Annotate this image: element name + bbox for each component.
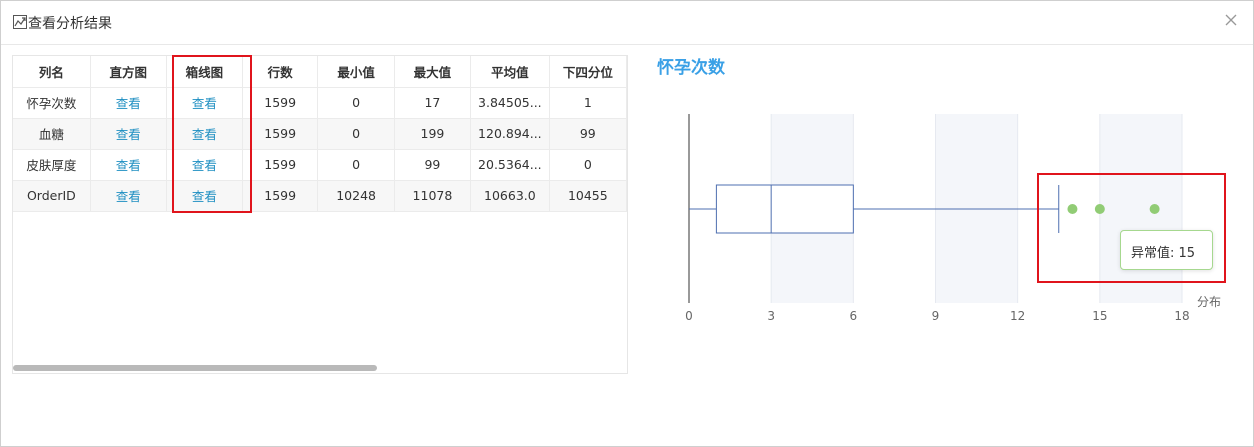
cell-mean: 10663.0 (470, 180, 550, 212)
cell-column-name: 皮肤厚度 (13, 149, 91, 181)
table-row: 怀孕次数 查看 查看 1599 0 17 3.84505... 1 (13, 87, 627, 119)
view-histogram-link[interactable]: 查看 (116, 96, 141, 111)
table-header-row: 列名 直方图 箱线图 行数 最小值 最大值 平均值 下四分位 (13, 56, 627, 88)
cell-min: 0 (317, 118, 395, 150)
cell-column-name: OrderID (13, 180, 91, 212)
view-boxplot-link[interactable]: 查看 (192, 158, 217, 173)
view-histogram-link[interactable]: 查看 (116, 189, 141, 204)
stats-table: 列名 直方图 箱线图 行数 最小值 最大值 平均值 下四分位 怀孕次数 查看 查… (13, 56, 627, 212)
chart-title: 怀孕次数 (657, 58, 725, 78)
cell-row-count: 1599 (242, 180, 319, 212)
header-mean: 平均值 (470, 56, 550, 88)
cell-min: 0 (317, 149, 395, 181)
table-row: OrderID 查看 查看 1599 10248 11078 10663.0 1… (13, 180, 627, 212)
background-band (1099, 114, 1182, 303)
x-tick-label: 12 (1010, 309, 1025, 323)
cell-mean: 120.894... (470, 118, 550, 150)
cell-column-name: 血糖 (13, 118, 91, 150)
header-boxplot: 箱线图 (166, 56, 243, 88)
cell-column-name: 怀孕次数 (13, 87, 91, 119)
cell-mean: 3.84505... (470, 87, 550, 119)
cell-min: 10248 (317, 180, 395, 212)
dialog-title: 查看分析结果 (28, 16, 112, 32)
stats-table-panel: 列名 直方图 箱线图 行数 最小值 最大值 平均值 下四分位 怀孕次数 查看 查… (12, 55, 628, 374)
cell-lower-quartile: 10455 (549, 180, 627, 212)
tooltip-label: 异常值: (1131, 246, 1175, 261)
cell-max: 17 (394, 87, 472, 119)
header-row-count: 行数 (242, 56, 319, 88)
cell-mean: 20.5364... (470, 149, 550, 181)
outlier-point (1094, 204, 1105, 214)
header-min: 最小值 (317, 56, 395, 88)
analysis-result-dialog: 查看分析结果 列名 直方图 箱线图 行数 最小值 最大值 平均值 下四分位 怀孕… (0, 0, 1254, 447)
x-tick-label: 9 (932, 309, 940, 323)
table-row: 皮肤厚度 查看 查看 1599 0 99 20.5364... 0 (13, 149, 627, 181)
view-boxplot-link[interactable]: 查看 (192, 96, 217, 111)
view-histogram-link[interactable]: 查看 (116, 158, 141, 173)
cell-lower-quartile: 0 (549, 149, 627, 181)
view-boxplot-link[interactable]: 查看 (192, 127, 217, 142)
cell-max: 11078 (394, 180, 472, 212)
header-lower-quartile: 下四分位 (549, 56, 627, 88)
header-column-name: 列名 (13, 56, 91, 88)
outlier-point (1067, 204, 1078, 214)
outlier-tooltip: 异常值: 15 (1120, 230, 1213, 270)
cell-row-count: 1599 (242, 87, 319, 119)
x-axis-label: 分布 (1197, 295, 1221, 309)
chart-analysis-icon (13, 15, 27, 29)
table-row: 血糖 查看 查看 1599 0 199 120.894... 99 (13, 118, 627, 150)
cell-row-count: 1599 (242, 149, 319, 181)
horizontal-scrollbar[interactable] (13, 365, 377, 371)
boxplot-chart: 0 3 6 9 12 15 18 分布 (685, 114, 1221, 323)
cell-lower-quartile: 99 (549, 118, 627, 150)
cell-lower-quartile: 1 (549, 87, 627, 119)
cell-min: 0 (317, 87, 395, 119)
x-tick-label: 3 (767, 309, 775, 323)
tooltip-value: 15 (1178, 246, 1196, 261)
dialog-header: 查看分析结果 (1, 1, 1253, 45)
close-icon[interactable] (1223, 12, 1239, 28)
view-boxplot-link[interactable]: 查看 (192, 189, 217, 204)
x-tick-label: 15 (1092, 309, 1107, 323)
cell-row-count: 1599 (242, 118, 319, 150)
x-tick-label: 18 (1174, 309, 1189, 323)
x-tick-label: 0 (685, 309, 693, 323)
cell-max: 199 (394, 118, 472, 150)
header-histogram: 直方图 (90, 56, 167, 88)
header-max: 最大值 (394, 56, 472, 88)
box-iqr (715, 184, 854, 234)
outlier-point (1149, 204, 1160, 214)
view-histogram-link[interactable]: 查看 (116, 127, 141, 142)
cell-max: 99 (394, 149, 472, 181)
x-tick-label: 6 (850, 309, 858, 323)
